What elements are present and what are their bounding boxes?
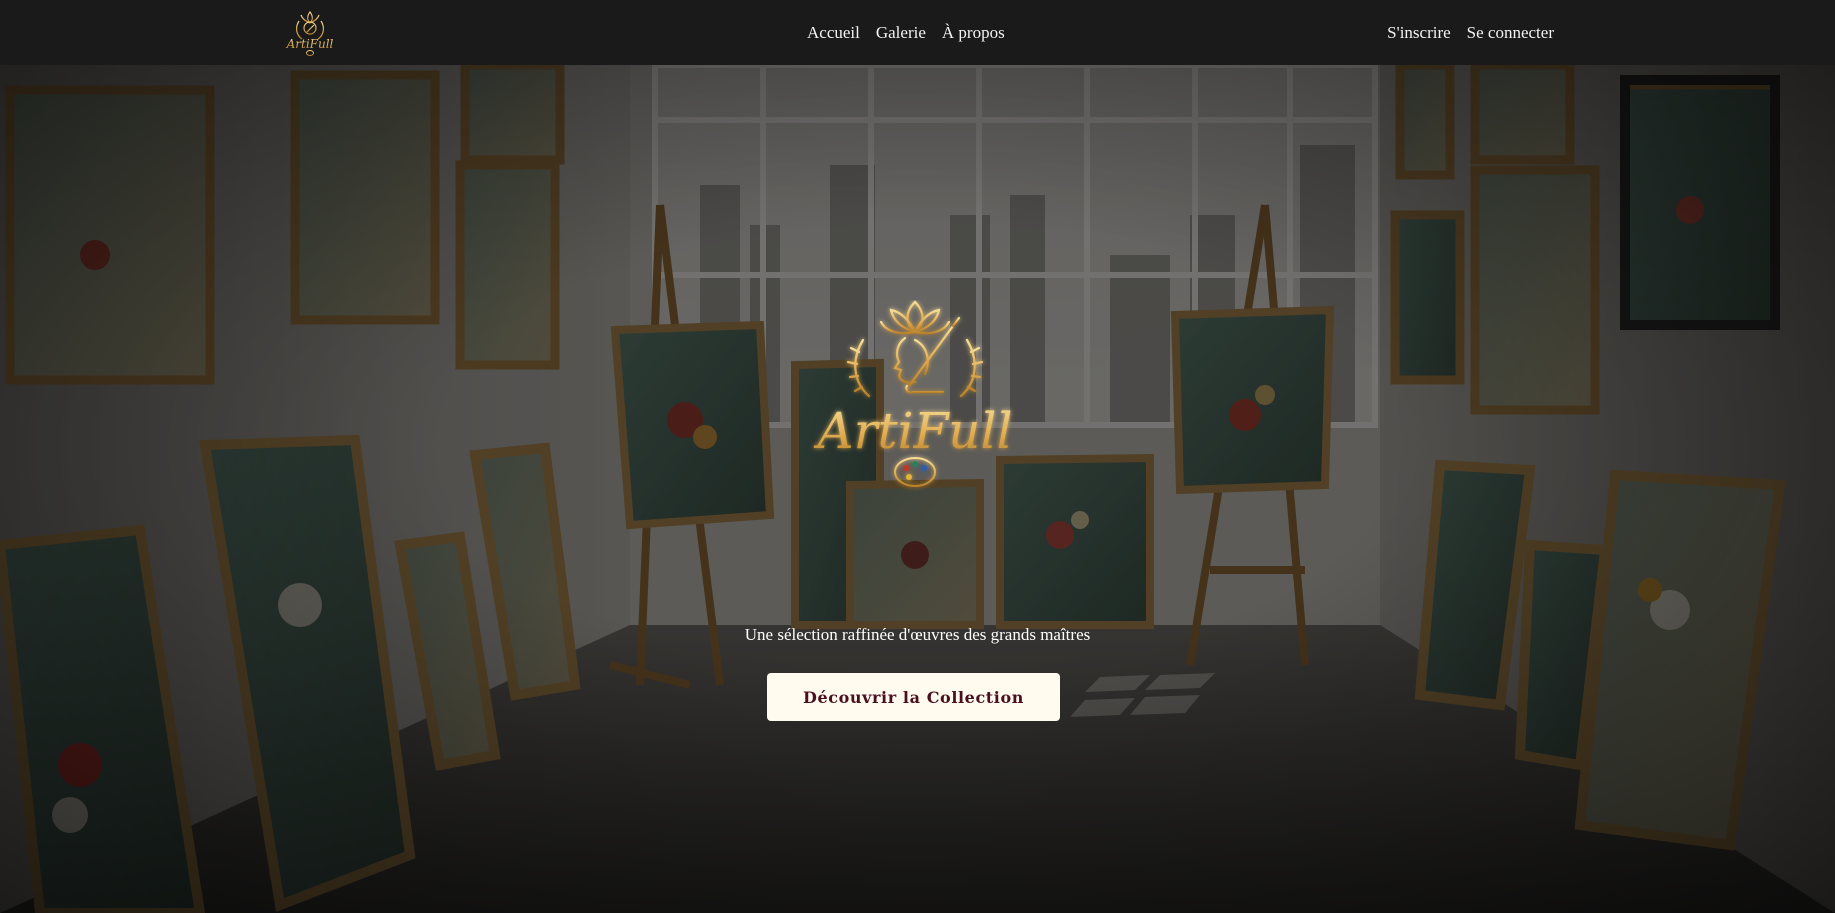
artifull-logo-large: ArtiFull	[814, 300, 1013, 487]
nav-link-galerie[interactable]: Galerie	[876, 23, 926, 43]
nav-link-accueil[interactable]: Accueil	[807, 23, 860, 43]
discover-collection-button[interactable]: Découvrir la Collection	[767, 673, 1060, 721]
signup-link[interactable]: S'inscrire	[1387, 23, 1451, 43]
top-navbar: ArtiFull Accueil Galerie À propos S'insc…	[0, 0, 1835, 65]
hero-tagline: Une sélection raffinée d'œuvres des gran…	[744, 625, 1091, 644]
nav-link-a-propos[interactable]: À propos	[942, 23, 1005, 43]
main-navigation: Accueil Galerie À propos	[807, 0, 1005, 65]
svg-text:ArtiFull: ArtiFull	[286, 37, 334, 51]
login-link[interactable]: Se connecter	[1467, 23, 1554, 43]
hero-section: ArtiFull Une sélection raffinée d'œuvres…	[0, 65, 1835, 913]
account-navigation: S'inscrire Se connecter	[1387, 0, 1554, 65]
logo-wordmark: ArtiFull	[814, 402, 1013, 460]
artifull-logo-small[interactable]: ArtiFull	[285, 9, 335, 57]
